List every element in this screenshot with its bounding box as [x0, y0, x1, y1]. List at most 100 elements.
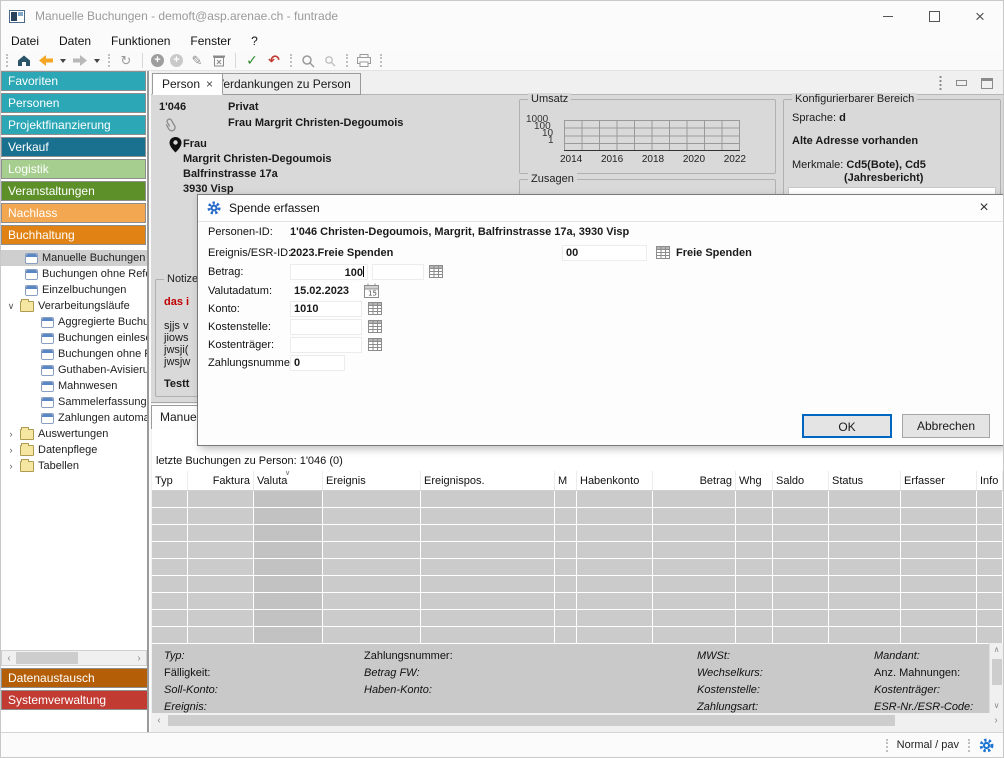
add-secondary-icon[interactable]: +: [170, 54, 183, 67]
float-pane-icon[interactable]: [956, 80, 967, 86]
table-row[interactable]: [152, 491, 1003, 508]
tree-item-buchungen-ohne-referenz[interactable]: Buchungen ohne Refe: [1, 266, 147, 282]
details-vertical-scrollbar[interactable]: ∧ ∨: [989, 643, 1003, 713]
menu-datei[interactable]: Datei: [1, 32, 49, 50]
column-header-betrag[interactable]: Betrag: [653, 471, 736, 490]
scroll-left-icon[interactable]: ‹: [2, 653, 16, 664]
column-header-valuta[interactable]: ∨Valuta: [254, 471, 323, 490]
lookup-grid-icon[interactable]: [368, 320, 382, 333]
kostenstelle-field[interactable]: [290, 319, 362, 335]
column-header-ereignispos[interactable]: Ereignispos.: [421, 471, 555, 490]
settings-gear-icon[interactable]: [979, 738, 994, 753]
table-row[interactable]: [152, 627, 1003, 644]
tab-verdankungen[interactable]: Verdankungen zu Person: [207, 73, 361, 95]
sidebar-horizontal-scrollbar[interactable]: ‹ ›: [1, 650, 147, 666]
konto-field[interactable]: 1010: [290, 301, 362, 317]
sidebar-item-personen[interactable]: Personen: [1, 93, 146, 113]
tree-item-buchungen-einlesen[interactable]: Buchungen einlese: [1, 330, 147, 346]
sidebar-item-verkauf[interactable]: Verkauf: [1, 137, 146, 157]
sidebar-item-projektfinanzierung[interactable]: Projektfinanzierung: [1, 115, 146, 135]
scroll-right-icon[interactable]: ›: [132, 653, 146, 664]
esr-id-field[interactable]: 00: [562, 245, 647, 261]
column-header-typ[interactable]: Typ: [152, 471, 188, 490]
tree-item-einzelbuchungen[interactable]: Einzelbuchungen: [1, 282, 147, 298]
table-row[interactable]: [152, 525, 1003, 542]
chevron-down-icon[interactable]: ∨: [6, 301, 16, 312]
maximize-pane-icon[interactable]: [981, 78, 993, 89]
sidebar-item-veranstaltungen[interactable]: Veranstaltungen: [1, 181, 146, 201]
tree-item-manuelle-buchungen[interactable]: Manuelle Buchungen: [1, 250, 147, 266]
column-header-whg[interactable]: Whg: [736, 471, 773, 490]
table-row[interactable]: [152, 508, 1003, 525]
sidebar-item-favoriten[interactable]: Favoriten: [1, 71, 146, 91]
table-row[interactable]: [152, 559, 1003, 576]
scroll-up-icon[interactable]: ∧: [990, 643, 1003, 657]
paperclip-icon[interactable]: [165, 117, 179, 132]
lookup-grid-icon[interactable]: [368, 302, 382, 315]
maximize-icon[interactable]: [911, 1, 957, 31]
lookup-grid-icon[interactable]: [656, 246, 670, 259]
main-horizontal-scrollbar[interactable]: ‹ ›: [152, 713, 1003, 728]
chevron-right-icon[interactable]: ›: [6, 429, 16, 439]
lookup-grid-icon[interactable]: [368, 338, 382, 351]
tree-item-tabellen[interactable]: ›Tabellen: [1, 458, 147, 474]
undo-icon[interactable]: ↶: [266, 53, 282, 69]
scrollbar-thumb[interactable]: [168, 715, 895, 726]
lookup-grid-icon[interactable]: [429, 265, 443, 278]
chevron-right-icon[interactable]: ›: [6, 445, 16, 455]
refresh-icon[interactable]: ↻: [118, 53, 134, 69]
tree-item-sammelerfassung[interactable]: Sammelerfassung S: [1, 394, 147, 410]
dialog-close-icon[interactable]: ×: [974, 199, 994, 217]
minimize-icon[interactable]: [865, 1, 911, 31]
column-header-faktura[interactable]: Faktura: [188, 471, 254, 490]
cancel-button[interactable]: Abbrechen: [902, 414, 990, 438]
edit-icon[interactable]: ✎: [189, 53, 205, 69]
sidebar-item-logistik[interactable]: Logistik: [1, 159, 146, 179]
back-icon[interactable]: [38, 53, 54, 69]
ok-button[interactable]: OK: [802, 414, 892, 438]
more-options-icon[interactable]: [939, 75, 942, 91]
search-icon[interactable]: [300, 53, 316, 69]
scrollbar-thumb[interactable]: [16, 652, 78, 664]
tree-item-auswertungen[interactable]: ›Auswertungen: [1, 426, 147, 442]
kostentraeger-field[interactable]: [290, 337, 362, 353]
back-history-icon[interactable]: [60, 59, 66, 63]
table-row[interactable]: [152, 576, 1003, 593]
menu-funktionen[interactable]: Funktionen: [101, 32, 180, 50]
column-header-status[interactable]: Status: [829, 471, 901, 490]
chevron-right-icon[interactable]: ›: [6, 461, 16, 471]
tab-close-icon[interactable]: ×: [206, 77, 213, 91]
search-detail-icon[interactable]: [322, 53, 338, 69]
home-icon[interactable]: [16, 53, 32, 69]
menu-help[interactable]: ?: [241, 32, 268, 50]
column-header-info[interactable]: Info: [977, 471, 1003, 490]
table-row[interactable]: [152, 542, 1003, 559]
tree-item-datenpflege[interactable]: ›Datenpflege: [1, 442, 147, 458]
sidebar-item-buchhaltung[interactable]: Buchhaltung: [1, 225, 146, 245]
column-header-habenkonto[interactable]: Habenkonto: [577, 471, 653, 490]
scroll-left-icon[interactable]: ‹: [152, 715, 166, 726]
close-icon[interactable]: [957, 1, 1003, 31]
sidebar-item-datenaustausch[interactable]: Datenaustausch: [1, 668, 148, 688]
menu-daten[interactable]: Daten: [49, 32, 101, 50]
tree-item-aggregierte-buchungen[interactable]: Aggregierte Buchun: [1, 314, 147, 330]
forward-icon[interactable]: [72, 53, 88, 69]
table-row[interactable]: [152, 593, 1003, 610]
zahlungsnummer-field[interactable]: 0: [290, 355, 345, 371]
confirm-icon[interactable]: ✓: [244, 53, 260, 69]
tree-item-buchungen-ohne-r[interactable]: Buchungen ohne R: [1, 346, 147, 362]
forward-history-icon[interactable]: [94, 59, 100, 63]
column-header-ereignis[interactable]: Ereignis: [323, 471, 421, 490]
tree-item-guthaben-avisierung[interactable]: Guthaben-Avisieru: [1, 362, 147, 378]
tab-person[interactable]: Person ×: [152, 73, 223, 95]
sidebar-item-nachlass[interactable]: Nachlass: [1, 203, 146, 223]
column-header-erfasser[interactable]: Erfasser: [901, 471, 977, 490]
tree-item-zahlungen-automatisch[interactable]: Zahlungen automat: [1, 410, 147, 426]
column-header-saldo[interactable]: Saldo: [773, 471, 829, 490]
sidebar-item-systemverwaltung[interactable]: Systemverwaltung: [1, 690, 148, 710]
valutadatum-field[interactable]: 15.02.2023: [290, 283, 360, 299]
tree-item-verarbeitungslaeufe[interactable]: ∨Verarbeitungsläufe: [1, 298, 147, 314]
scroll-down-icon[interactable]: ∨: [990, 699, 1003, 713]
scrollbar-thumb[interactable]: [992, 659, 1002, 685]
scroll-right-icon[interactable]: ›: [989, 715, 1003, 726]
